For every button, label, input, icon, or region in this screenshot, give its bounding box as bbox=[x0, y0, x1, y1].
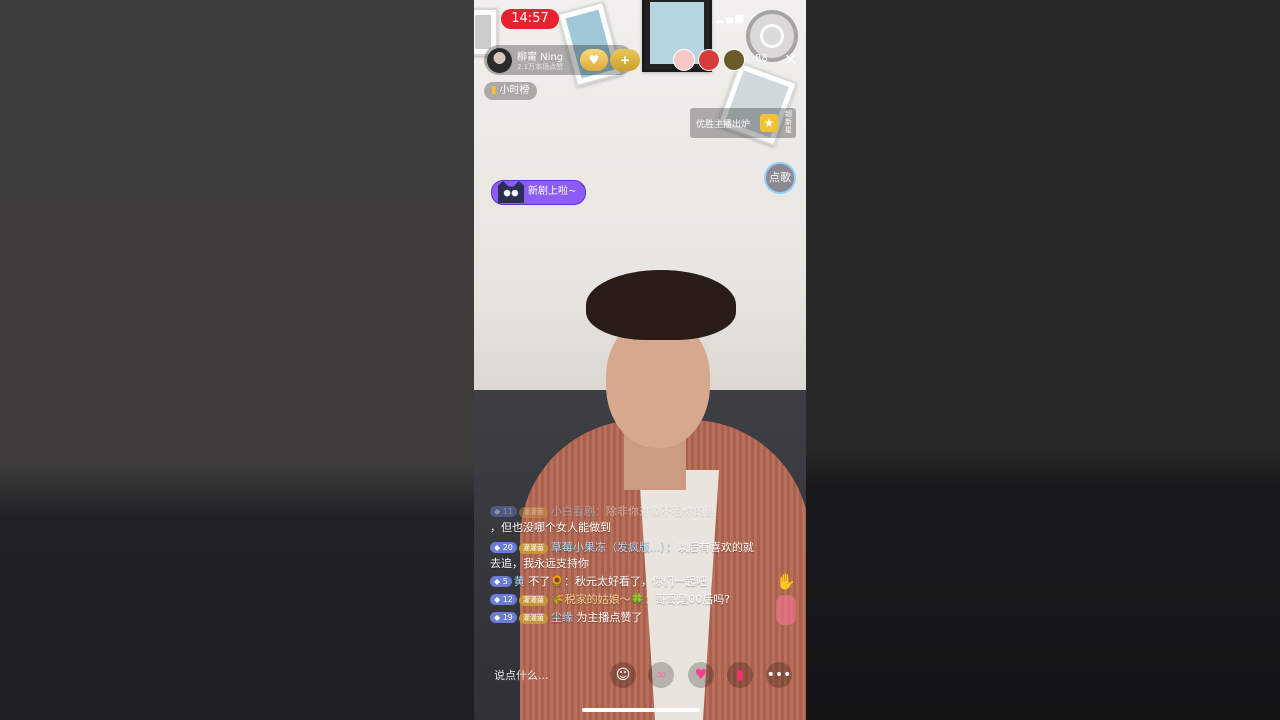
user-level-badge: ◆ 19 bbox=[490, 612, 517, 623]
streamer-avatar[interactable] bbox=[487, 48, 512, 73]
chat-username[interactable]: 🌾税家的姑娘～🍀： bbox=[551, 593, 655, 606]
live-stream-view: 14:57 ▂▄▆ ◔ 柳甯 Ning 2.1万本场点赞 ♥ + 88 ✕ ▮ 小… bbox=[474, 0, 806, 720]
chat-message: ，但也没哪个女人能做到 bbox=[490, 520, 760, 536]
shop-icon[interactable]: ▮ bbox=[727, 662, 753, 688]
streamer-likes: 2.1万本场点赞 bbox=[517, 63, 564, 71]
cat-icon bbox=[498, 181, 524, 203]
chat-username[interactable]: 草莓小果冻（发疯版...）： bbox=[551, 541, 677, 554]
viewer-avatar[interactable] bbox=[673, 49, 695, 71]
blurred-backdrop bbox=[806, 0, 1280, 720]
star-icon: ★ bbox=[760, 114, 778, 132]
fan-badge: 灌灌菌 bbox=[518, 507, 548, 518]
streamer-name: 柳甯 Ning bbox=[517, 52, 564, 63]
user-level-badge: ◆ 5 bbox=[490, 576, 512, 587]
blurred-backdrop-left bbox=[0, 0, 474, 720]
streamer-card[interactable]: 柳甯 Ning 2.1万本场点赞 ♥ + bbox=[484, 45, 640, 75]
gift-animation-icon: ✋ bbox=[776, 572, 796, 591]
status-time: 14:57 bbox=[501, 9, 559, 29]
chat-text: 哥哥是00后吗? bbox=[655, 593, 731, 606]
chat-text: 除非你对象不看你的剧 bbox=[605, 505, 716, 518]
chat-message: ◆ 5黄 不了🌻：秋元太好看了，你们一起吧 bbox=[490, 574, 760, 590]
gift-icon[interactable]: ♥ bbox=[688, 662, 714, 688]
link-icon[interactable]: ∞ bbox=[648, 662, 674, 688]
promo-text: 优胜主播出炉 bbox=[696, 120, 751, 130]
fan-club-heart-icon[interactable]: ♥ bbox=[580, 49, 608, 71]
chat-message: ◆ 11 灌灌菌 小白看剧：除非你对象不看你的剧 bbox=[490, 504, 760, 520]
chat-username[interactable]: 尘缘 bbox=[551, 611, 573, 624]
chat-message: ◆ 20 灌灌菌 草莓小果冻（发疯版...）：以后有喜欢的就去追，我永远支持你 bbox=[490, 540, 760, 572]
viewer-avatar[interactable] bbox=[723, 49, 745, 71]
comment-input[interactable] bbox=[484, 662, 626, 688]
streamer-hair bbox=[586, 270, 736, 340]
rank-bars-icon: ▮ bbox=[491, 85, 497, 96]
new-drama-banner[interactable]: 新剧上啦~ bbox=[491, 180, 587, 205]
chat-message: ◆ 19 灌灌菌 尘缘 为主播点赞了 bbox=[490, 610, 760, 626]
viewer-count[interactable]: 88 bbox=[755, 53, 768, 64]
emoji-icon[interactable]: ☺ bbox=[610, 662, 636, 688]
viewer-avatar[interactable] bbox=[698, 49, 720, 71]
close-icon[interactable]: ✕ bbox=[784, 50, 797, 69]
user-level-badge: ◆ 11 bbox=[490, 506, 517, 517]
fan-badge: 灌灌菌 bbox=[518, 595, 548, 606]
user-level-badge: ◆ 12 bbox=[490, 594, 517, 605]
chat-list[interactable]: ◆ 11 灌灌菌 小白看剧：除非你对象不看你的剧 ，但也没哪个女人能做到 ◆ 20 灌… bbox=[490, 504, 760, 628]
promo-banner[interactable]: 优胜主播出炉 ★ 超新星 bbox=[690, 108, 796, 138]
hour-rank-button[interactable]: ▮ 小时榜 bbox=[484, 82, 537, 100]
chat-text: 不了🌻：秋元太好看了，你们一起吧 bbox=[528, 575, 707, 588]
user-level-badge: ◆ 20 bbox=[490, 542, 517, 553]
fan-badge: 灌灌菌 bbox=[518, 613, 548, 624]
new-drama-text: 新剧上啦~ bbox=[528, 186, 577, 197]
chat-text: 为主播点赞了 bbox=[576, 611, 643, 624]
chat-username[interactable]: 黄 bbox=[514, 575, 525, 588]
follow-button[interactable]: + bbox=[610, 49, 640, 71]
chat-message: ◆ 12 灌灌菌 🌾税家的姑娘～🍀：哥哥是00后吗? bbox=[490, 592, 760, 608]
request-song-button[interactable]: 点歌 bbox=[764, 162, 796, 194]
gift-animation-icon bbox=[776, 595, 796, 625]
home-indicator[interactable] bbox=[582, 708, 700, 712]
chat-username[interactable]: 小白看剧： bbox=[551, 505, 606, 518]
fan-badge: 灌灌菌 bbox=[518, 543, 548, 554]
hour-rank-label: 小时榜 bbox=[499, 85, 530, 96]
promo-side-label: 超新星 bbox=[785, 110, 792, 134]
chat-text: ，但也没哪个女人能做到 bbox=[490, 521, 611, 534]
more-icon[interactable]: ••• bbox=[766, 662, 792, 688]
